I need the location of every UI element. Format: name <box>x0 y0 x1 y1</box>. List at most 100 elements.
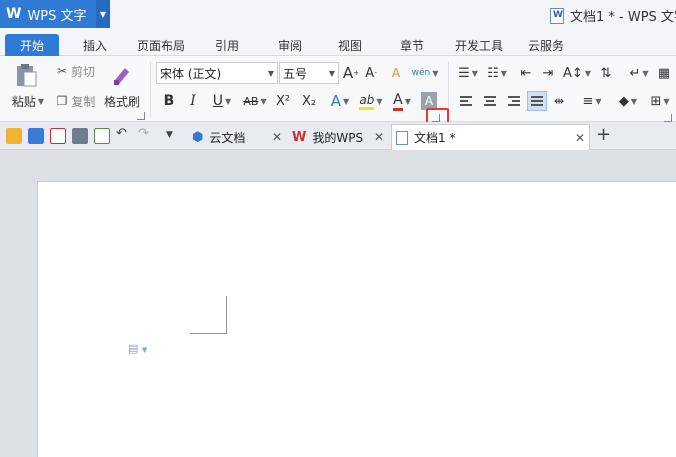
format-painter-button[interactable]: 格式刷 <box>102 92 142 110</box>
format-painter-icon[interactable] <box>108 62 136 88</box>
open-folder-icon[interactable] <box>6 128 22 144</box>
font-family-value: 宋体 (正文) <box>160 66 222 81</box>
sort-button[interactable]: ⇅ <box>596 62 616 84</box>
customize-toolbar-icon[interactable]: ▼ <box>166 130 182 146</box>
bold-button[interactable]: B <box>160 90 178 112</box>
print-icon[interactable] <box>72 128 88 144</box>
font-family-select[interactable]: 宋体 (正文) ▼ <box>156 62 278 84</box>
text-direction-icon: A↕ <box>563 65 583 81</box>
borders-button[interactable]: ⊞ ▼ <box>646 92 674 110</box>
strikethrough-button[interactable]: AB ▼ <box>240 90 270 112</box>
strikethrough-icon: AB <box>243 94 259 108</box>
decrease-indent-icon: ⇤ <box>520 65 532 81</box>
decrease-indent-button[interactable]: ⇤ <box>516 62 536 84</box>
superscript-button[interactable]: X² <box>272 90 294 112</box>
increase-indent-button[interactable]: ⇥ <box>538 62 558 84</box>
italic-button[interactable]: I <box>184 90 202 112</box>
export-pdf-icon[interactable] <box>50 128 66 144</box>
tab-document-1-label: 文档1 * <box>414 131 456 145</box>
align-center-icon <box>484 94 496 108</box>
numbered-list-button[interactable]: ☷ ▼ <box>484 62 510 84</box>
font-size-value: 五号 <box>283 66 308 81</box>
tab-page-layout[interactable]: 页面布局 <box>131 34 191 56</box>
close-icon[interactable]: ✕ <box>272 130 282 144</box>
tab-cloud-docs-label: 云文档 <box>209 130 246 145</box>
grow-font-button[interactable]: A + <box>342 62 360 84</box>
document-page[interactable] <box>37 181 676 457</box>
distributed-button[interactable]: ⇹ <box>550 92 568 110</box>
cut-button[interactable]: ✂ 剪切 <box>52 62 100 80</box>
wps-app-menu-button[interactable]: W WPS 文字 ▼ <box>0 0 110 28</box>
menu-bar: 开始 插入 页面布局 引用 审阅 视图 章节 开发工具 云服务 <box>0 30 676 56</box>
tab-cloud-docs[interactable]: ⬢ 云文档 ✕ <box>188 124 284 150</box>
bullet-list-button[interactable]: ☰ ▼ <box>455 62 481 84</box>
clipboard-dialog-launcher[interactable] <box>137 112 145 120</box>
paragraph-dialog-launcher[interactable] <box>664 114 672 122</box>
underline-button[interactable]: U ▼ <box>207 90 237 112</box>
redo-icon[interactable]: ↷ <box>138 126 154 142</box>
numbered-list-icon: ☷ <box>487 65 499 81</box>
bullet-list-icon: ☰ <box>458 65 470 81</box>
paragraph-mark-icon: ↵ <box>629 65 641 81</box>
wps-logo-icon: W <box>292 129 307 145</box>
tab-my-wps-label: 我的WPS <box>312 130 364 145</box>
paragraph-layout-icon[interactable]: ▤ ▼ <box>128 342 152 356</box>
copy-button[interactable]: ❐ 复制 <box>52 92 100 110</box>
close-icon[interactable]: ✕ <box>374 130 384 144</box>
pinyin-icon: wén <box>411 68 431 78</box>
text-effect-icon: A <box>330 92 342 110</box>
text-direction-button[interactable]: A↕ ▼ <box>562 62 592 84</box>
align-left-icon <box>460 94 472 108</box>
show-marks-button[interactable]: ↵ ▼ <box>626 62 652 84</box>
tab-sections[interactable]: 章节 <box>390 34 434 56</box>
scissors-icon: ✂ <box>56 64 68 78</box>
close-icon[interactable]: ✕ <box>575 131 585 145</box>
window-title: 文档1 * - WPS 文字 <box>550 6 676 25</box>
paste-icon[interactable] <box>8 62 44 88</box>
tab-home[interactable]: 开始 <box>5 34 59 56</box>
print-preview-icon[interactable] <box>94 128 110 144</box>
table-button[interactable]: ▦ <box>654 62 674 84</box>
undo-icon[interactable]: ↶ <box>116 126 132 142</box>
clear-format-icon: A <box>391 66 401 80</box>
text-effect-button[interactable]: A ▼ <box>326 90 354 112</box>
new-tab-plus-icon[interactable]: + <box>596 124 611 145</box>
tab-insert[interactable]: 插入 <box>72 34 118 56</box>
page-margin-marker <box>190 296 227 334</box>
paste-button[interactable]: 粘贴 ▼ <box>8 92 48 110</box>
tab-review[interactable]: 审阅 <box>268 34 312 56</box>
justify-icon <box>531 94 543 108</box>
shading-button[interactable]: ◆ ▼ <box>614 92 642 110</box>
align-center-button[interactable] <box>481 92 499 110</box>
tab-my-wps[interactable]: W 我的WPS ✕ <box>288 124 386 150</box>
tab-references[interactable]: 引用 <box>205 34 249 56</box>
copy-label: 复制 <box>71 94 96 109</box>
tab-cloud-services[interactable]: 云服务 <box>522 34 570 56</box>
tab-view[interactable]: 视图 <box>328 34 372 56</box>
clear-format-button[interactable]: A <box>386 62 406 84</box>
table-icon: ▦ <box>657 65 671 81</box>
wps-logo-icon: W <box>6 6 22 22</box>
copy-icon: ❐ <box>56 94 68 108</box>
underline-icon: U <box>212 93 224 109</box>
align-right-button[interactable] <box>505 92 523 110</box>
tab-document-1[interactable]: 文档1 * ✕ <box>391 124 590 150</box>
subscript-button[interactable]: X₂ <box>298 90 320 112</box>
chevron-down-icon: ▼ <box>267 69 274 78</box>
distributed-icon: ⇹ <box>553 94 565 108</box>
font-size-select[interactable]: 五号 ▼ <box>279 62 339 84</box>
align-left-button[interactable] <box>457 92 475 110</box>
document-icon <box>396 130 408 145</box>
pinyin-guide-button[interactable]: wén ▼ <box>410 62 440 84</box>
highlight-button[interactable]: ab ▼ <box>356 90 386 112</box>
save-icon[interactable] <box>28 128 44 144</box>
chevron-down-icon[interactable]: ▼ <box>96 0 110 28</box>
align-right-icon <box>508 94 520 108</box>
font-color-button[interactable]: A ▼ <box>388 90 416 112</box>
title-bar: W WPS 文字 ▼ 文档1 * - WPS 文字 <box>0 0 676 30</box>
increase-indent-icon: ⇥ <box>542 65 554 81</box>
line-spacing-button[interactable]: ≡ ▼ <box>578 92 606 110</box>
tab-developer-tools[interactable]: 开发工具 <box>450 34 508 56</box>
shrink-font-button[interactable]: A- <box>362 62 380 84</box>
justify-button[interactable] <box>527 91 547 111</box>
